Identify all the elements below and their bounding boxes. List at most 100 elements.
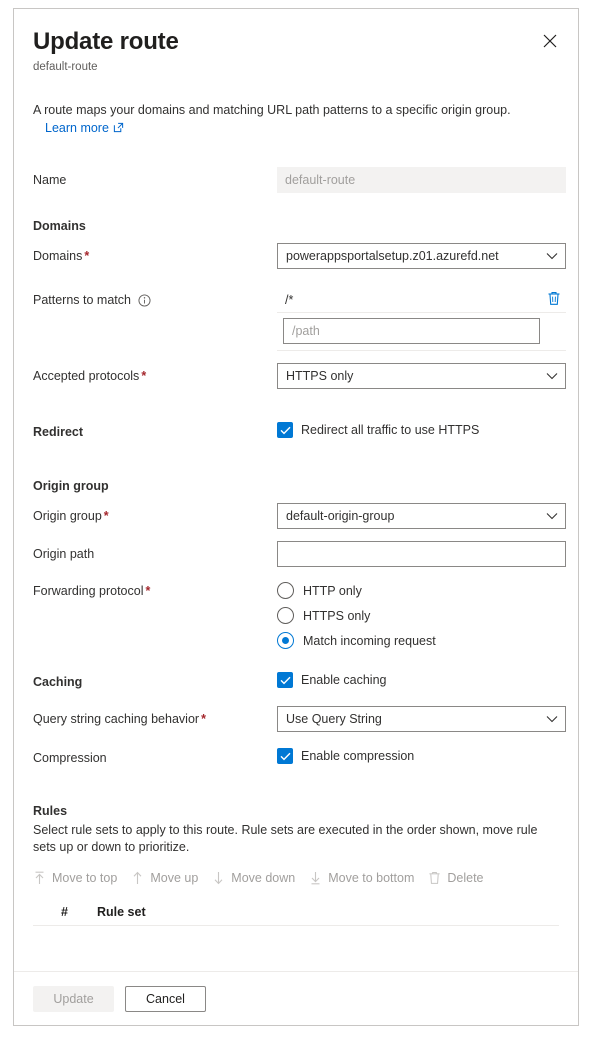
compression-checkbox[interactable] [277,748,293,764]
accepted-protocols-label: Accepted protocols * [33,363,277,384]
arrow-up-icon [131,871,144,885]
external-link-icon [113,122,124,135]
compression-checkbox-label: Enable compression [301,749,415,763]
domains-label-text: Domains [33,249,83,263]
caching-checkbox-row[interactable]: Enable caching [277,669,559,688]
radio-button-selected[interactable] [277,632,294,649]
required-marker: * [141,369,147,383]
patterns-label-text: Patterns to match [33,293,131,307]
trash-icon [547,291,561,309]
accepted-protocols-label-text: Accepted protocols [33,369,140,383]
pattern-value: /* [285,292,294,307]
check-icon [280,426,291,435]
origin-path-input[interactable] [277,541,566,567]
learn-more-label: Learn more [45,121,109,135]
move-down-button[interactable]: Move down [212,871,295,885]
column-header-index: # [61,904,68,919]
origin-group-label: Origin group * [33,503,277,524]
move-up-label: Move up [150,871,199,885]
caching-row: Caching Enable caching [14,669,578,690]
domains-label: Domains * [33,243,277,264]
origin-group-row: Origin group * [14,503,578,529]
caching-checkbox[interactable] [277,672,293,688]
required-marker: * [145,584,151,598]
check-icon [280,752,291,761]
forwarding-protocol-label: Forwarding protocol * [33,578,277,599]
radio-label: HTTP only [303,583,362,598]
origin-group-select[interactable] [277,503,566,529]
origin-path-label: Origin path [33,547,95,561]
delete-rule-button[interactable]: Delete [428,871,484,885]
compression-row: Compression Enable compression [14,745,578,766]
compression-checkbox-row[interactable]: Enable compression [277,745,559,764]
radio-option-http-only[interactable]: HTTP only [277,578,559,603]
domains-row: Domains * [14,243,578,269]
redirect-checkbox-label: Redirect all traffic to use HTTPS [301,423,480,437]
pattern-item-row: /* [277,287,566,313]
query-string-row: Query string caching behavior * [14,706,578,732]
domains-select[interactable] [277,243,566,269]
close-icon [543,34,557,48]
move-to-top-icon [33,871,46,885]
learn-more-link[interactable]: Learn more [45,121,124,135]
origin-path-row: Origin path [14,541,578,567]
redirect-checkbox-row[interactable]: Redirect all traffic to use HTTPS [277,419,559,438]
move-to-top-button[interactable]: Move to top [33,871,117,885]
redirect-row: Redirect Redirect all traffic to use HTT… [14,419,578,440]
radio-button[interactable] [277,607,294,624]
pattern-delete-button[interactable] [544,290,564,310]
caching-checkbox-label: Enable caching [301,673,387,687]
required-marker: * [103,509,109,523]
rules-command-bar: Move to top Move up Move down Move to bo… [14,866,578,890]
radio-option-match-incoming-request[interactable]: Match incoming request [277,628,559,653]
delete-rule-label: Delete [447,871,484,885]
radio-option-https-only[interactable]: HTTPS only [277,603,559,628]
domains-section-heading: Domains [33,219,86,233]
radio-label: HTTPS only [303,608,371,623]
required-marker: * [201,712,206,726]
page-title: Update route [33,28,179,55]
query-string-select[interactable] [277,706,566,732]
query-string-label: Query string caching behavior * [33,706,277,727]
name-input [277,167,566,193]
radio-button[interactable] [277,582,294,599]
forwarding-protocol-row: Forwarding protocol * HTTP only HTTPS onl… [14,578,578,653]
info-icon[interactable] [138,293,151,307]
redirect-checkbox[interactable] [277,422,293,438]
trash-icon [428,871,441,885]
compression-label: Compression [33,751,107,765]
page-subtitle: default-route [33,61,98,73]
move-to-top-label: Move to top [52,871,118,885]
forwarding-protocol-label-text: Forwarding protocol [33,584,144,598]
column-header-rule-set: Rule set [97,904,146,919]
radio-label: Match incoming request [303,633,436,648]
rules-heading: Rules [33,804,68,818]
move-to-bottom-icon [309,871,322,885]
move-up-button[interactable]: Move up [131,871,198,885]
move-down-label: Move down [231,871,296,885]
forwarding-protocol-radio-group: HTTP only HTTPS only Match incoming requ… [277,578,559,653]
panel-description-text: A route maps your domains and matching U… [33,103,511,117]
panel-header: Update route default-route [14,9,578,75]
origin-group-label-text: Origin group [33,509,102,523]
close-button[interactable] [534,25,566,57]
accepted-protocols-row: Accepted protocols * [14,363,578,389]
rules-description: Select rule sets to apply to this route.… [33,823,538,854]
caching-label: Caching [33,675,83,689]
redirect-label: Redirect [33,425,84,439]
update-button[interactable]: Update [33,985,114,1012]
move-to-bottom-button[interactable]: Move to bottom [309,871,414,885]
arrow-down-icon [212,871,225,885]
accepted-protocols-select[interactable] [277,363,566,389]
move-to-bottom-label: Move to bottom [328,871,415,885]
required-marker: * [84,249,90,263]
check-icon [280,676,291,685]
panel-footer: Update Cancel [14,971,578,1025]
origin-group-section-heading: Origin group [33,479,109,493]
patterns-label: Patterns to match [33,287,277,308]
patterns-row: Patterns to match /* [14,287,578,351]
cancel-button[interactable]: Cancel [125,985,206,1012]
pattern-input-wrap [277,318,566,351]
pattern-input[interactable] [283,318,540,344]
update-route-panel: Update route default-route A route maps … [13,8,579,1026]
